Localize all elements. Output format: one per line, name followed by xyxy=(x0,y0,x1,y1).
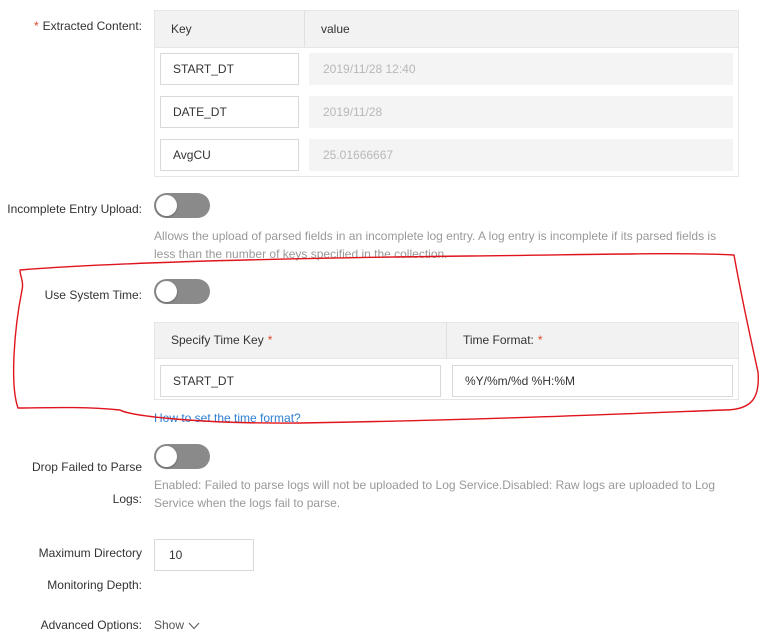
incomplete-entry-help: Allows the upload of parsed fields in an… xyxy=(154,229,717,261)
column-header-time-format: Time Format: * xyxy=(463,333,543,347)
advanced-options-show-toggle[interactable]: Show xyxy=(154,617,200,632)
column-header-value: value xyxy=(321,22,350,36)
column-header-time-key: Specify Time Key * xyxy=(155,323,447,358)
required-mark: * xyxy=(33,19,39,33)
toggle-knob xyxy=(156,446,177,467)
extracted-content-label: * Extracted Content: xyxy=(33,19,142,33)
column-header-key: Key xyxy=(155,11,305,47)
time-key-input[interactable]: START_DT xyxy=(160,365,441,397)
toggle-knob xyxy=(156,281,177,302)
value-field-avgcu: 25.01666667 xyxy=(309,139,733,171)
chevron-down-icon xyxy=(188,622,200,630)
max-depth-input[interactable]: 10 xyxy=(154,539,254,571)
table-header: Key value xyxy=(155,11,738,48)
value-field-date-dt: 2019/11/28 xyxy=(309,96,733,128)
key-input-start-dt[interactable]: START_DT xyxy=(160,53,299,85)
max-depth-label: Maximum Directory Monitoring Depth: xyxy=(38,546,142,592)
system-time-toggle[interactable] xyxy=(154,279,210,304)
system-time-label: Use System Time: xyxy=(44,288,142,302)
drop-failed-label: Drop Failed to Parse Logs: xyxy=(31,460,142,506)
extracted-content-table: Key value START_DT 2019/11/28 12:40 DATE… xyxy=(154,10,739,177)
advanced-options-label: Advanced Options: xyxy=(40,618,142,632)
key-input-date-dt[interactable]: DATE_DT xyxy=(160,96,299,128)
time-settings-table: Specify Time Key * Time Format: * START_DT… xyxy=(154,322,739,400)
drop-failed-toggle[interactable] xyxy=(154,444,210,469)
time-format-input[interactable]: %Y/%m/%d %H:%M xyxy=(452,365,733,397)
value-field-start-dt: 2019/11/28 12:40 xyxy=(309,53,733,85)
incomplete-entry-label: Incomplete Entry Upload: xyxy=(7,202,142,216)
key-input-avgcu[interactable]: AvgCU xyxy=(160,139,299,171)
incomplete-entry-toggle[interactable] xyxy=(154,193,210,218)
toggle-knob xyxy=(156,195,177,216)
time-format-help-link[interactable]: How to set the time format? xyxy=(154,410,301,426)
table-header: Specify Time Key * Time Format: * xyxy=(155,323,738,359)
drop-failed-help: Enabled: Failed to parse logs will not b… xyxy=(154,478,716,510)
